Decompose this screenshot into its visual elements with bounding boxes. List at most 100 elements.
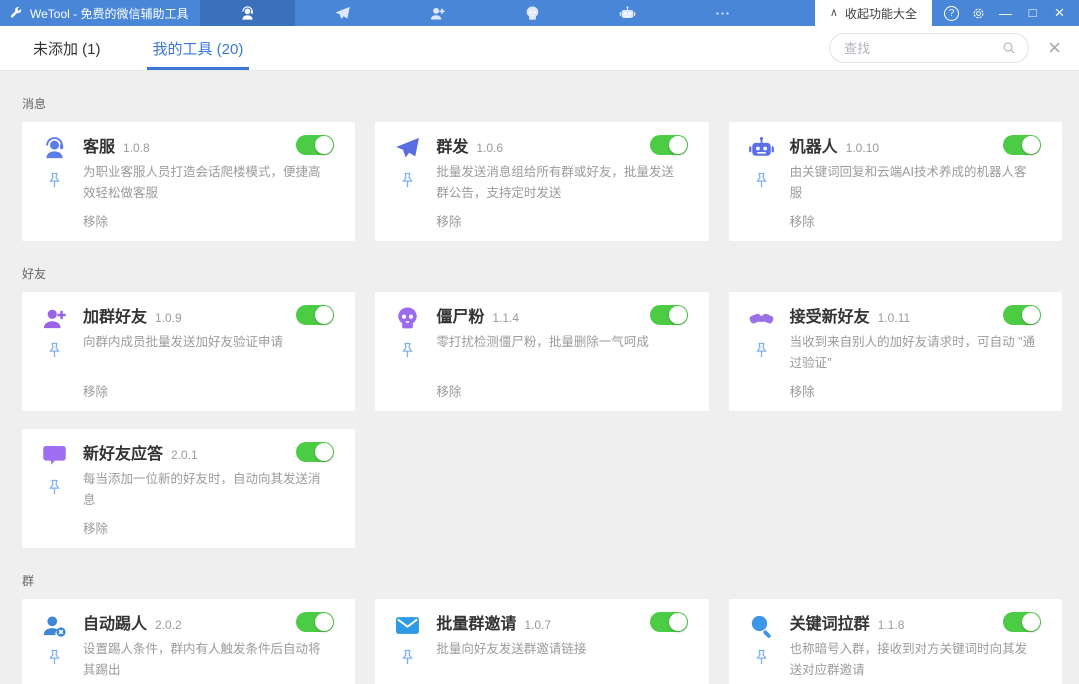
help-button[interactable]: ? — [938, 0, 965, 26]
section-label: 好友 — [22, 265, 1062, 282]
tool-title-row: 客服 1.0.8 — [83, 133, 283, 157]
tool-title: 新好友应答 — [83, 440, 163, 464]
maximize-button[interactable]: □ — [1019, 0, 1046, 25]
tools-panel: 消息 客服 1.0.8 为职业客服人员打造会话爬楼模式，便捷高效轻松做客服 移除… — [0, 95, 1079, 684]
search-box[interactable] — [829, 33, 1029, 63]
tab-my-tools[interactable]: 我的工具 (20) — [145, 26, 252, 70]
tool-toggle[interactable] — [1003, 305, 1041, 325]
chat-bubble-icon — [41, 442, 68, 469]
search-area: × — [829, 26, 1063, 70]
tool-card: 接受新好友 1.0.11 当收到来自别人的加好友请求时，可自动 "通过验证" 移… — [729, 292, 1062, 411]
tool-section: 好友 加群好友 1.0.9 向群内成员批量发送加好友验证申请 移除 僵尸粉 1.… — [22, 265, 1062, 548]
pin-icon[interactable] — [45, 169, 64, 192]
tool-toggle[interactable] — [296, 442, 334, 462]
settings-button[interactable] — [965, 0, 992, 26]
titlebar-nav — [200, 0, 770, 26]
tool-description: 批量发送消息组给所有群或好友，批量发送群公告，支持定时发送 — [436, 162, 684, 204]
pin-icon[interactable] — [45, 339, 64, 362]
tool-title: 自动踢人 — [83, 610, 147, 634]
titlebar-nav-mass-send[interactable] — [295, 0, 390, 26]
tool-title-row: 机器人 1.0.10 — [790, 133, 990, 157]
card-grid: 客服 1.0.8 为职业客服人员打造会话爬楼模式，便捷高效轻松做客服 移除 群发… — [22, 122, 1062, 241]
help-icon: ? — [944, 6, 959, 21]
pin-icon[interactable] — [398, 339, 417, 362]
tool-title: 批量群邀请 — [436, 610, 516, 634]
tool-toggle[interactable] — [650, 135, 688, 155]
titlebar-nav-add-friends[interactable] — [390, 0, 485, 26]
tool-toggle[interactable] — [296, 135, 334, 155]
tool-description: 每当添加一位新的好友时，自动向其发送消息 — [83, 469, 331, 511]
tool-version: 1.0.6 — [476, 141, 503, 155]
pin-icon[interactable] — [45, 476, 64, 499]
more-dots-icon — [714, 5, 731, 22]
remove-link[interactable]: 移除 — [83, 211, 108, 230]
tool-description: 设置踢人条件，群内有人触发条件后自动将其踢出 — [83, 639, 331, 681]
tool-title: 群发 — [436, 133, 468, 157]
remove-link[interactable]: 移除 — [436, 211, 461, 230]
robot-icon — [619, 5, 636, 22]
section-label: 群 — [22, 572, 1062, 589]
collapse-panel-tab[interactable]: ∧ 收起功能大全 — [815, 0, 932, 26]
paper-plane-icon — [394, 135, 421, 162]
tool-title: 机器人 — [790, 133, 838, 157]
titlebar-left: WeTool - 免费的微信辅助工具 — [0, 0, 200, 26]
tool-title: 僵尸粉 — [436, 303, 484, 327]
tool-title: 关键词拉群 — [790, 610, 870, 634]
tool-description: 也称暗号入群，接收到对方关键词时向其发送对应群邀请 — [790, 639, 1038, 681]
tool-card: 客服 1.0.8 为职业客服人员打造会话爬楼模式，便捷高效轻松做客服 移除 — [22, 122, 355, 241]
tool-version: 1.1.4 — [492, 311, 519, 325]
tool-toggle[interactable] — [1003, 135, 1041, 155]
tool-version: 1.0.9 — [155, 311, 182, 325]
gear-icon — [971, 6, 986, 21]
envelope-icon — [394, 612, 421, 639]
section-label: 消息 — [22, 95, 1062, 112]
tool-toggle[interactable] — [650, 612, 688, 632]
titlebar-nav-zombie-fans[interactable] — [485, 0, 580, 26]
window-controls: ? — □ × — [932, 0, 1079, 26]
minimize-button[interactable]: — — [992, 0, 1019, 26]
titlebar-nav-more[interactable] — [675, 0, 770, 26]
remove-link[interactable]: 移除 — [790, 381, 815, 400]
titlebar-nav-robot[interactable] — [580, 0, 675, 26]
tool-title-row: 自动踢人 2.0.2 — [83, 610, 283, 634]
skull-icon — [524, 5, 541, 22]
close-button[interactable]: × — [1046, 0, 1073, 26]
panel-close-icon[interactable]: × — [1046, 37, 1063, 59]
tool-title-row: 新好友应答 2.0.1 — [83, 440, 283, 464]
person-plus-icon — [41, 305, 68, 332]
remove-link[interactable]: 移除 — [83, 518, 108, 537]
pin-icon[interactable] — [45, 646, 64, 669]
pin-icon[interactable] — [752, 169, 771, 192]
pin-icon[interactable] — [752, 646, 771, 669]
remove-link[interactable]: 移除 — [436, 381, 461, 400]
headset-icon — [239, 5, 256, 22]
tool-toggle[interactable] — [296, 612, 334, 632]
tool-card: 机器人 1.0.10 由关键词回复和云端AI技术养成的机器人客服 移除 — [729, 122, 1062, 241]
tool-title: 接受新好友 — [790, 303, 870, 327]
pin-icon[interactable] — [398, 646, 417, 669]
pin-icon[interactable] — [752, 339, 771, 362]
tool-card: 自动踢人 2.0.2 设置踢人条件，群内有人触发条件后自动将其踢出 移除 — [22, 599, 355, 684]
headset-icon — [41, 135, 68, 162]
tool-toggle[interactable] — [296, 305, 334, 325]
chevron-up-icon: ∧ — [830, 6, 838, 19]
search-input[interactable] — [844, 41, 1001, 56]
magnifier-icon — [748, 612, 775, 639]
remove-link[interactable]: 移除 — [83, 381, 108, 400]
tool-description: 为职业客服人员打造会话爬楼模式，便捷高效轻松做客服 — [83, 162, 331, 204]
tool-title-row: 接受新好友 1.0.11 — [790, 303, 990, 327]
pin-icon[interactable] — [398, 169, 417, 192]
tool-card: 加群好友 1.0.9 向群内成员批量发送加好友验证申请 移除 — [22, 292, 355, 411]
robot-icon — [748, 135, 775, 162]
tool-card: 批量群邀请 1.0.7 批量向好友发送群邀请链接 移除 — [375, 599, 708, 684]
person-x-icon — [41, 612, 68, 639]
tool-toggle[interactable] — [650, 305, 688, 325]
remove-link[interactable]: 移除 — [790, 211, 815, 230]
tool-description: 当收到来自别人的加好友请求时，可自动 "通过验证" — [790, 332, 1038, 374]
titlebar-nav-customer-service[interactable] — [200, 0, 295, 26]
tool-version: 1.0.7 — [524, 618, 551, 632]
handshake-icon — [748, 305, 775, 332]
person-plus-icon — [429, 5, 446, 22]
tool-toggle[interactable] — [1003, 612, 1041, 632]
tab-not-added[interactable]: 未添加 (1) — [25, 26, 109, 70]
